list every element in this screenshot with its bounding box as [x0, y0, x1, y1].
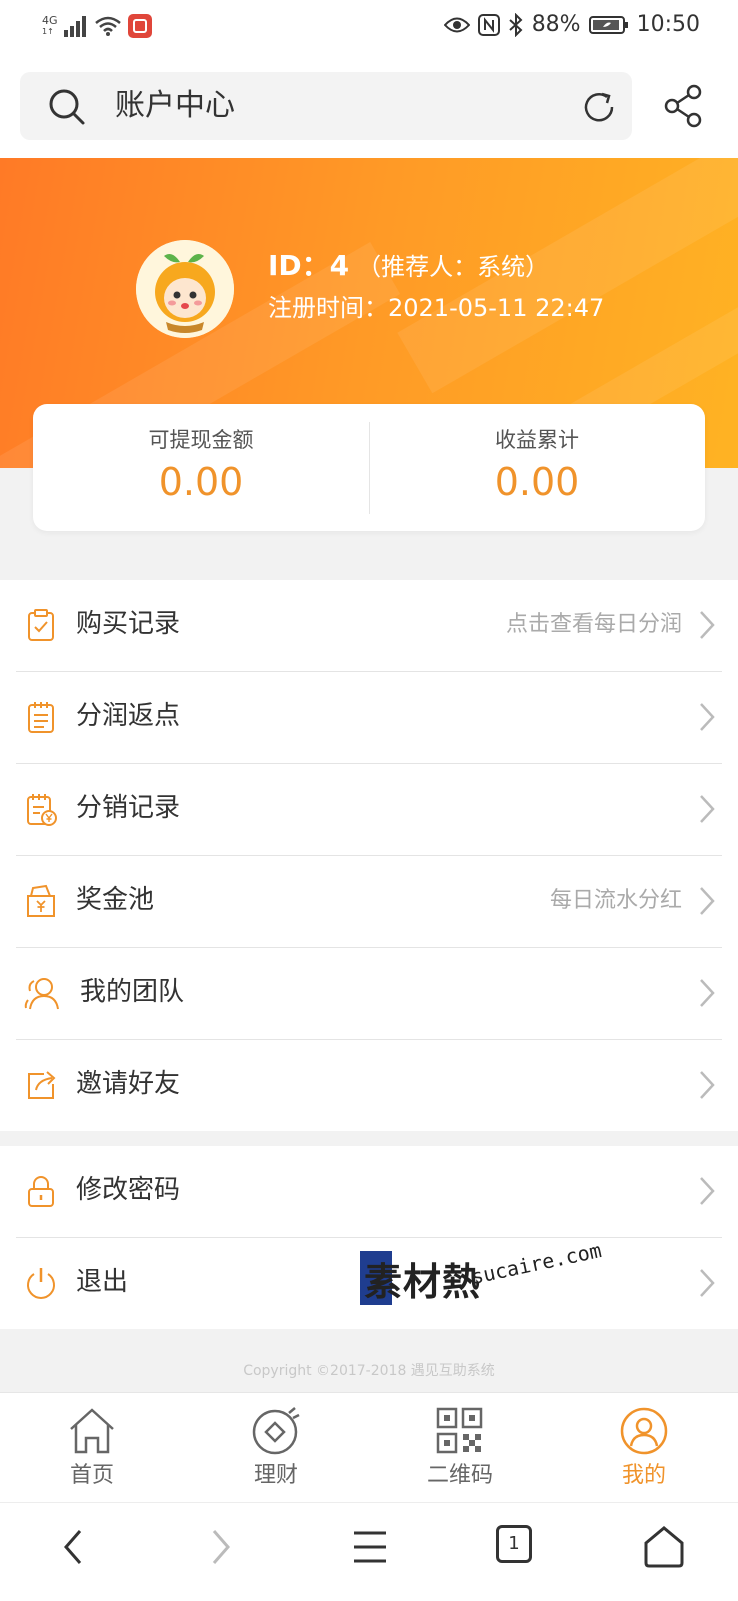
network-indicator: 4G 1↑ — [42, 15, 58, 37]
menu-group-main: 购买记录 点击查看每日分润 分润返点 分销记录 奖金池 每日流水分红 我的团队 … — [0, 580, 738, 1131]
user-id: ID：4 — [268, 249, 350, 282]
lock-icon — [28, 1176, 54, 1207]
copyright: Copyright ©2017-2018 遇见互助系统 — [243, 1363, 495, 1379]
page-title: 账户中心 — [115, 88, 235, 123]
menu-item-label: 购买记录 — [76, 609, 181, 639]
menu-item-profit-rebate[interactable]: 分润返点 — [16, 672, 722, 764]
chevron-right-icon — [700, 795, 715, 823]
tab-count: 1 — [508, 1533, 520, 1554]
battery-percent: 88% — [531, 12, 581, 37]
tab-mine[interactable]: 我的 — [552, 1393, 736, 1503]
status-left: 4G 1↑ — [42, 14, 152, 38]
balance-card: 可提现金额 0.00 收益累计 0.00 — [33, 404, 705, 531]
forward-icon[interactable] — [208, 1525, 234, 1569]
bluetooth-icon — [509, 12, 523, 37]
search-icon — [49, 89, 85, 125]
notepad-icon — [28, 702, 54, 733]
clipboard-check-icon — [28, 609, 54, 641]
earnings-label: 收益累计 — [495, 428, 579, 452]
refresh-icon[interactable] — [580, 88, 618, 126]
menu-item-purchase-records[interactable]: 购买记录 点击查看每日分润 — [16, 580, 722, 672]
watermark: 素材熱 sucaire.com — [360, 1238, 610, 1309]
tab-finance[interactable]: 理财 — [184, 1393, 368, 1503]
home-nav-icon[interactable] — [642, 1525, 686, 1569]
prize-pool-icon — [27, 884, 55, 917]
withdrawable-label: 可提现金额 — [148, 428, 254, 452]
chevron-right-icon — [700, 703, 715, 731]
top-bar: 账户中心 — [0, 58, 738, 158]
avatar[interactable] — [136, 240, 234, 338]
register-time: 注册时间：2021-05-11 22:47 — [268, 294, 605, 322]
power-icon — [27, 1268, 55, 1299]
eye-icon — [443, 17, 470, 32]
menu-item-change-password[interactable]: 修改密码 — [16, 1146, 722, 1238]
tabs-button[interactable]: 1 — [496, 1525, 532, 1563]
bottom-tab-bar: 首页 理财 二维码 我的 — [0, 1392, 738, 1503]
chevron-right-icon — [700, 1269, 715, 1297]
tab-home[interactable]: 首页 — [0, 1393, 184, 1503]
chevron-right-icon — [700, 979, 715, 1007]
earnings-stat[interactable]: 收益累计 0.00 — [369, 404, 705, 531]
address-bar[interactable]: 账户中心 — [20, 72, 632, 140]
tab-label: 首页 — [69, 1463, 114, 1488]
chevron-right-icon — [700, 887, 715, 915]
menu-icon[interactable] — [350, 1525, 390, 1569]
qrcode-icon — [436, 1407, 483, 1454]
chevron-right-icon — [700, 1177, 715, 1205]
withdrawable-value: 0.00 — [158, 460, 244, 504]
clock: 10:50 — [636, 12, 700, 37]
tab-label: 理财 — [253, 1463, 298, 1488]
home-icon — [70, 1408, 114, 1454]
earnings-value: 0.00 — [494, 460, 580, 504]
signal-icon — [63, 16, 86, 37]
menu-item-my-team[interactable]: 我的团队 — [16, 948, 722, 1040]
tab-qrcode[interactable]: 二维码 — [368, 1393, 552, 1503]
share-icon[interactable] — [664, 84, 704, 128]
menu-item-hint: 每日流水分红 — [549, 888, 682, 913]
network-sub-label: 1↑ — [42, 27, 54, 36]
withdrawable-stat[interactable]: 可提现金额 0.00 — [33, 404, 369, 531]
finance-icon — [252, 1407, 300, 1455]
status-right: 88% 10:50 — [443, 12, 700, 37]
watermark-brand: 素材熱 — [364, 1260, 482, 1304]
menu-item-invite-friends[interactable]: 邀请好友 — [16, 1040, 722, 1131]
team-icon — [24, 978, 59, 1010]
menu-item-prize-pool[interactable]: 奖金池 每日流水分红 — [16, 856, 722, 948]
menu-item-label: 分销记录 — [76, 793, 181, 823]
network-label: 4G — [42, 14, 58, 27]
orange-mascot-icon — [136, 240, 234, 338]
menu-item-distribution-records[interactable]: 分销记录 — [16, 764, 722, 856]
app-notification-icon — [127, 14, 152, 38]
invite-icon — [28, 1071, 56, 1099]
battery-icon — [588, 15, 628, 34]
nfc-icon — [477, 13, 500, 36]
back-icon[interactable] — [60, 1525, 86, 1569]
chevron-right-icon — [700, 1071, 715, 1099]
browser-nav-bar: 1 — [0, 1502, 738, 1601]
user-id-line: ID：4 （推荐人：系统） — [268, 244, 549, 284]
user-icon — [620, 1407, 668, 1455]
status-bar: 4G 1↑ 88% 10:50 — [0, 0, 738, 58]
menu-item-hint: 点击查看每日分润 — [505, 612, 682, 637]
menu-item-label: 退出 — [76, 1267, 129, 1297]
menu-item-label: 分润返点 — [76, 701, 181, 731]
menu-item-label: 我的团队 — [80, 977, 185, 1007]
tab-label: 二维码 — [426, 1463, 493, 1488]
tab-label: 我的 — [621, 1463, 666, 1488]
menu-item-label: 奖金池 — [76, 885, 155, 915]
menu-item-label: 修改密码 — [76, 1175, 181, 1205]
wifi-icon — [94, 16, 121, 36]
yuan-record-icon — [27, 794, 57, 826]
chevron-right-icon — [700, 611, 715, 639]
referrer: （推荐人：系统） — [357, 253, 550, 281]
menu-item-label: 邀请好友 — [76, 1069, 181, 1099]
